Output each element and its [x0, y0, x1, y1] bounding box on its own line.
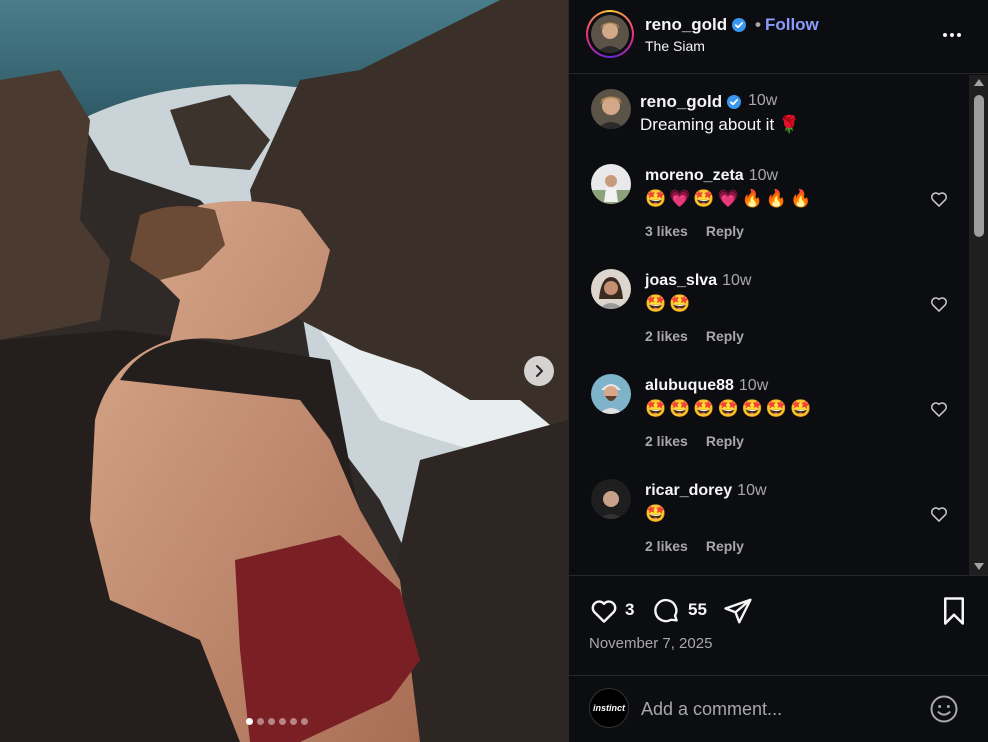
carousel-dot [301, 718, 308, 725]
comment-likes-count[interactable]: 2 likes [645, 328, 688, 344]
comment-text: 🤩 [645, 504, 670, 523]
post-media[interactable] [0, 0, 568, 742]
comment-item: moreno_zeta 10w 🤩💗🤩💗🔥🔥🔥 3 likes Reply [569, 164, 969, 269]
reply-button[interactable]: Reply [706, 538, 744, 554]
comment-timestamp[interactable]: 10w [749, 167, 778, 184]
heart-icon[interactable] [929, 189, 949, 209]
add-comment-bar: instinct [569, 675, 988, 742]
post-actions: 3 55 November 7, 2025 [569, 575, 988, 675]
carousel-dot [268, 718, 275, 725]
heart-icon[interactable] [929, 399, 949, 419]
commenter-avatar[interactable] [591, 164, 631, 204]
author-avatar [591, 15, 629, 53]
follow-button[interactable]: • Follow [755, 15, 819, 35]
author-username-text[interactable]: reno_gold [645, 15, 727, 34]
comment-meta: 2 likes Reply [645, 328, 744, 344]
comment-text: 🤩💗🤩💗🔥🔥🔥 [645, 189, 815, 208]
comment-timestamp[interactable]: 10w [737, 482, 766, 499]
post-header: reno_gold • Follow The Siam [569, 0, 988, 74]
reply-button[interactable]: Reply [706, 433, 744, 449]
scroll-thumb[interactable] [974, 95, 984, 237]
comment-likes-count[interactable]: 2 likes [645, 538, 688, 554]
carousel-dot [290, 718, 297, 725]
comment-item: ricar_dorey 10w 🤩 2 likes Reply [569, 479, 969, 575]
comment-username-text[interactable]: moreno_zeta [645, 167, 744, 184]
commenter-avatar[interactable] [591, 479, 631, 519]
heart-icon[interactable] [929, 294, 949, 314]
caption-text: Dreaming about it 🌹 [640, 115, 801, 134]
comment-count[interactable]: 55 [688, 600, 707, 620]
heart-icon[interactable] [589, 596, 619, 626]
heart-icon[interactable] [929, 504, 949, 524]
location-link[interactable]: The Siam [645, 38, 705, 54]
comment-item: alubuque88 10w 🤩🤩🤩🤩🤩🤩🤩 2 likes Reply [569, 374, 969, 479]
comment-item: joas_slva 10w 🤩🤩 2 likes Reply [569, 269, 969, 374]
comment-username[interactable]: alubuque88 10w [645, 377, 768, 395]
reply-button[interactable]: Reply [706, 328, 744, 344]
commenter-avatar[interactable] [591, 374, 631, 414]
next-image-button[interactable] [524, 356, 554, 386]
chevron-right-icon [536, 365, 543, 377]
viewer-avatar[interactable]: instinct [589, 688, 629, 728]
author-username[interactable]: reno_gold [645, 15, 747, 35]
comment-username-text[interactable]: alubuque88 [645, 377, 734, 394]
caption-avatar[interactable] [591, 89, 631, 129]
scroll-up-arrow[interactable] [974, 79, 984, 86]
comment-username-text[interactable]: ricar_dorey [645, 482, 732, 499]
more-options-icon[interactable] [941, 24, 963, 46]
verified-badge-icon [732, 18, 747, 32]
comments-list[interactable]: reno_gold 10w Dreaming about it 🌹 moreno… [569, 75, 969, 575]
comment-username[interactable]: joas_slva 10w [645, 272, 751, 290]
caption-timestamp[interactable]: 10w [748, 92, 777, 110]
post-date[interactable]: November 7, 2025 [589, 635, 712, 652]
like-count[interactable]: 3 [625, 600, 634, 620]
reply-button[interactable]: Reply [706, 223, 744, 239]
emoji-icon[interactable] [929, 694, 959, 724]
comment-timestamp[interactable]: 10w [739, 377, 768, 394]
story-ring[interactable] [586, 10, 634, 58]
comment-username[interactable]: ricar_dorey 10w [645, 482, 767, 500]
comment-likes-count[interactable]: 2 likes [645, 433, 688, 449]
verified-badge-icon [727, 95, 741, 109]
commenter-avatar[interactable] [591, 269, 631, 309]
carousel-dot [257, 718, 264, 725]
comment-username-text[interactable]: joas_slva [645, 272, 717, 289]
comment-meta: 2 likes Reply [645, 433, 744, 449]
post-photo [0, 0, 568, 742]
comments-scrollbar[interactable] [969, 75, 988, 575]
caption-username[interactable]: reno_gold [640, 92, 722, 112]
carousel-dot [279, 718, 286, 725]
comment-likes-count[interactable]: 3 likes [645, 223, 688, 239]
add-comment-input[interactable] [641, 694, 911, 724]
comment-meta: 3 likes Reply [645, 223, 744, 239]
comment-timestamp[interactable]: 10w [722, 272, 751, 289]
carousel-indicator [246, 718, 308, 725]
save-icon[interactable] [941, 596, 967, 626]
follow-label[interactable]: Follow [765, 15, 819, 34]
comment-text: 🤩🤩🤩🤩🤩🤩🤩 [645, 399, 815, 418]
scroll-down-arrow[interactable] [974, 563, 984, 570]
comment-icon[interactable] [651, 596, 681, 626]
comment-meta: 2 likes Reply [645, 538, 744, 554]
separator-dot: • [755, 15, 761, 34]
comment-username[interactable]: moreno_zeta 10w [645, 167, 778, 185]
post-side-panel: reno_gold • Follow The Siam reno_gold 10w… [568, 0, 988, 742]
comment-text: 🤩🤩 [645, 294, 694, 313]
share-icon[interactable] [723, 596, 753, 626]
carousel-dot [246, 718, 253, 725]
